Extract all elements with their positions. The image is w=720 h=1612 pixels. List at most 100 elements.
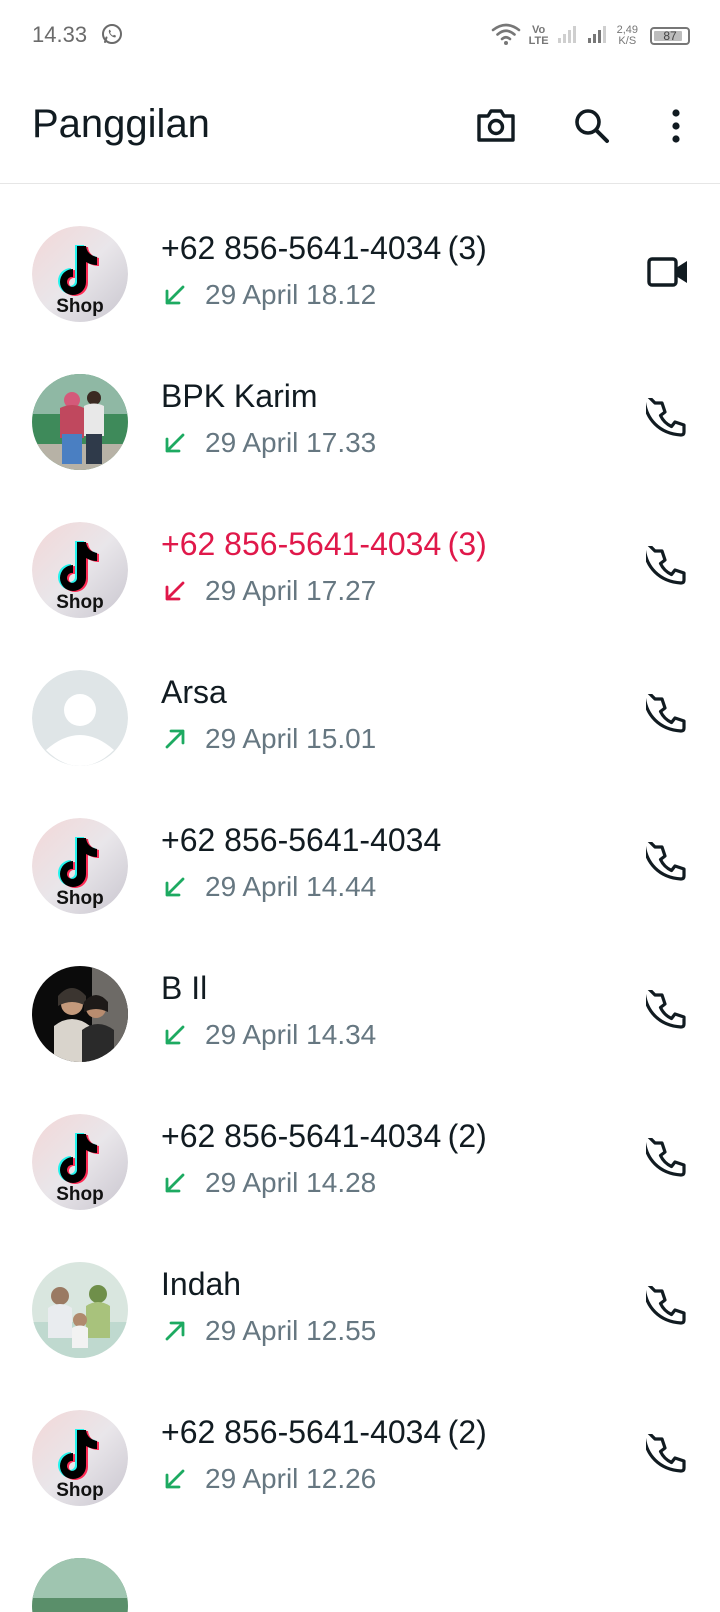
caller-name: +62 856-5641-4034 (2) <box>161 1118 487 1154</box>
call-details: 29 April 15.01 <box>161 722 376 756</box>
signal-sim1-icon <box>557 24 579 49</box>
outgoing-call-arrow-icon <box>161 725 189 753</box>
svg-text:Shop: Shop <box>56 296 104 317</box>
call-time: 29 April 17.27 <box>205 575 377 606</box>
incoming-call-arrow-icon <box>161 1169 189 1197</box>
call-time: 29 April 14.28 <box>205 1167 377 1198</box>
phone-icon <box>642 984 690 1039</box>
app-bar: Panggilan <box>0 72 720 184</box>
call-list: Shop +62 856-5641-4034 (3) 29 April 18.12 B… <box>0 196 720 1612</box>
call-time: 29 April 12.26 <box>205 1463 377 1494</box>
voice-call-button[interactable] <box>640 1280 696 1338</box>
phone-icon <box>642 1280 690 1335</box>
phone-icon <box>642 688 690 743</box>
contact-avatar[interactable] <box>32 966 128 1062</box>
phone-icon <box>642 1132 690 1187</box>
contact-avatar[interactable]: Shop <box>32 522 128 618</box>
wifi-icon <box>491 22 521 51</box>
voice-call-button[interactable] <box>640 1428 696 1486</box>
call-row[interactable]: Shop +62 856-5641-4034 (2) 29 April 14.28 <box>0 1084 720 1232</box>
call-details: 29 April 14.44 <box>161 870 376 904</box>
call-details: 29 April 14.34 <box>161 1018 376 1052</box>
contact-avatar[interactable] <box>32 1558 128 1612</box>
call-time: 29 April 18.12 <box>205 279 377 310</box>
search-button[interactable] <box>568 102 616 150</box>
contact-avatar[interactable]: Shop <box>32 226 128 322</box>
volte-label-bottom: LTE <box>528 35 549 47</box>
signal-sim2-icon <box>587 24 609 49</box>
phone-icon <box>642 540 690 595</box>
call-time: 29 April 14.44 <box>205 871 377 902</box>
call-details: 29 April 18.12 <box>161 278 376 312</box>
speed-unit: K/S <box>618 35 637 47</box>
caller-name: +62 856-5641-4034 (2) <box>161 1414 487 1450</box>
incoming-call-arrow-icon <box>161 1021 189 1049</box>
status-time: 14.33 <box>32 22 88 47</box>
caller-name: B Il <box>161 970 208 1006</box>
contact-avatar[interactable]: Shop <box>32 818 128 914</box>
voice-call-button[interactable] <box>640 984 696 1042</box>
battery-percentage: 87 <box>663 29 677 43</box>
voice-call-button[interactable] <box>640 392 696 450</box>
call-row[interactable]: BPK Karim 29 April 17.33 <box>0 344 720 492</box>
phone-icon <box>642 836 690 891</box>
network-speed: 2,49 K/S <box>617 25 638 47</box>
whatsapp-notification-icon <box>100 22 124 46</box>
camera-button[interactable] <box>472 102 520 150</box>
call-row[interactable]: Arsa 29 April 15.01 <box>0 640 720 788</box>
voice-call-button[interactable] <box>640 540 696 598</box>
svg-text:Shop: Shop <box>56 1480 104 1501</box>
voice-call-button[interactable] <box>640 1132 696 1190</box>
incoming-call-arrow-icon <box>161 429 189 457</box>
camera-icon <box>477 109 515 142</box>
call-details: 29 April 12.55 <box>161 1314 376 1348</box>
contact-avatar[interactable]: Shop <box>32 1114 128 1210</box>
call-details: 29 April 12.26 <box>161 1462 376 1496</box>
call-row[interactable]: B Il 29 April 14.34 <box>0 936 720 1084</box>
call-row[interactable]: Shop +62 856-5641-4034 (3) 29 April 18.12 <box>0 196 720 344</box>
voice-call-button[interactable] <box>640 688 696 746</box>
incoming-call-arrow-icon <box>161 1465 189 1493</box>
call-row[interactable]: Shop +62 856-5641-4034 29 April 14.44 <box>0 788 720 936</box>
battery-icon: 87 <box>650 27 690 45</box>
caller-name: +62 856-5641-4034 <box>161 822 442 858</box>
volte-indicator: Vo LTE <box>529 25 549 47</box>
svg-text:Shop: Shop <box>56 888 104 909</box>
call-row[interactable] <box>0 1528 720 1612</box>
contact-avatar[interactable] <box>32 670 128 766</box>
phone-icon <box>642 392 690 447</box>
incoming-call-arrow-icon <box>161 873 189 901</box>
call-time: 29 April 12.55 <box>205 1315 377 1346</box>
contact-avatar[interactable] <box>32 374 128 470</box>
status-bar: 14.33 Vo LTE 2,49 K/S 87 <box>0 0 720 72</box>
call-details: 29 April 17.33 <box>161 426 376 460</box>
svg-text:Shop: Shop <box>56 1184 104 1205</box>
caller-name: BPK Karim <box>161 378 318 414</box>
incoming-call-arrow-icon <box>161 281 189 309</box>
call-details: 29 April 17.27 <box>161 574 376 608</box>
contact-avatar[interactable] <box>32 1262 128 1358</box>
missed-call-arrow-icon <box>161 577 189 605</box>
status-indicators: Vo LTE 2,49 K/S 87 <box>491 20 690 52</box>
video-camera-icon <box>646 255 690 294</box>
contact-avatar[interactable]: Shop <box>32 1410 128 1506</box>
caller-name: +62 856-5641-4034 (3) <box>161 526 487 562</box>
more-options-button[interactable] <box>652 102 700 150</box>
phone-icon <box>642 1428 690 1483</box>
call-row[interactable]: Indah 29 April 12.55 <box>0 1232 720 1380</box>
caller-name: Indah <box>161 1266 242 1302</box>
call-row[interactable]: Shop +62 856-5641-4034 (2) 29 April 12.26 <box>0 1380 720 1528</box>
calls-screen: 14.33 Vo LTE 2,49 K/S 87 Panggilan Shop … <box>0 0 720 1612</box>
outgoing-call-arrow-icon <box>161 1317 189 1345</box>
call-time: 29 April 15.01 <box>205 723 377 754</box>
call-details: 29 April 14.28 <box>161 1166 376 1200</box>
page-title: Panggilan <box>32 102 210 146</box>
call-time: 29 April 14.34 <box>205 1019 377 1050</box>
svg-text:Shop: Shop <box>56 592 104 613</box>
search-icon <box>575 109 609 143</box>
video-call-button[interactable] <box>640 246 696 302</box>
more-options-icon <box>672 109 680 143</box>
caller-name: +62 856-5641-4034 (3) <box>161 230 487 266</box>
voice-call-button[interactable] <box>640 836 696 894</box>
call-row[interactable]: Shop +62 856-5641-4034 (3) 29 April 17.27 <box>0 492 720 640</box>
